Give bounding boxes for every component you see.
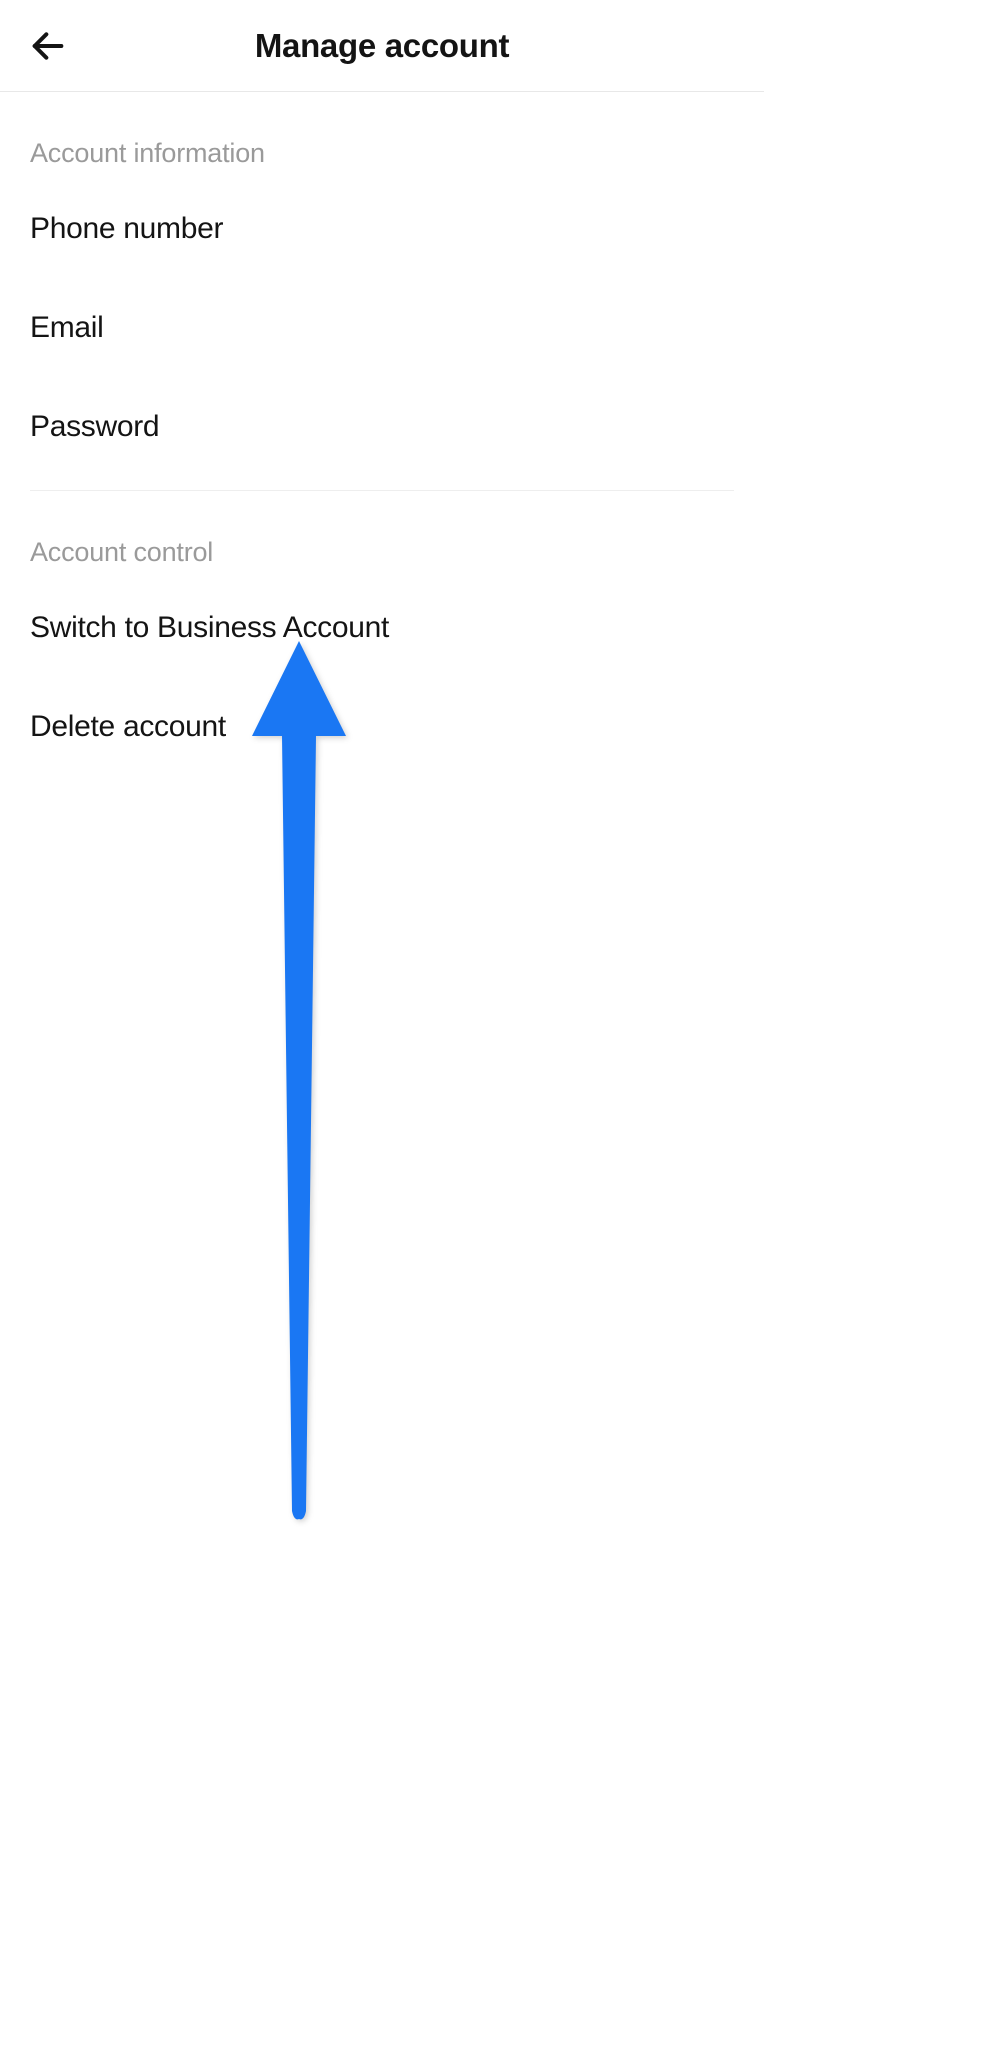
section-label-account-information: Account information	[30, 92, 734, 179]
section-account-information: Account information Phone number Email P…	[0, 92, 764, 476]
page-title: Manage account	[255, 27, 509, 65]
row-password[interactable]: Password	[30, 377, 734, 476]
row-label-switch-business: Switch to Business Account	[30, 611, 389, 645]
header-bar: Manage account	[0, 0, 764, 92]
row-phone-number[interactable]: Phone number	[30, 179, 734, 278]
row-label-password: Password	[30, 410, 159, 444]
arrow-left-icon	[28, 26, 68, 66]
row-email[interactable]: Email	[30, 278, 734, 377]
back-button[interactable]	[26, 24, 70, 68]
row-label-delete-account: Delete account	[30, 710, 226, 744]
row-delete-account[interactable]: Delete account	[30, 677, 734, 776]
row-label-phone-number: Phone number	[30, 212, 223, 246]
section-label-account-control: Account control	[30, 491, 734, 578]
row-label-email: Email	[30, 311, 104, 345]
section-account-control: Account control Switch to Business Accou…	[0, 491, 764, 776]
row-switch-business[interactable]: Switch to Business Account	[30, 578, 734, 677]
